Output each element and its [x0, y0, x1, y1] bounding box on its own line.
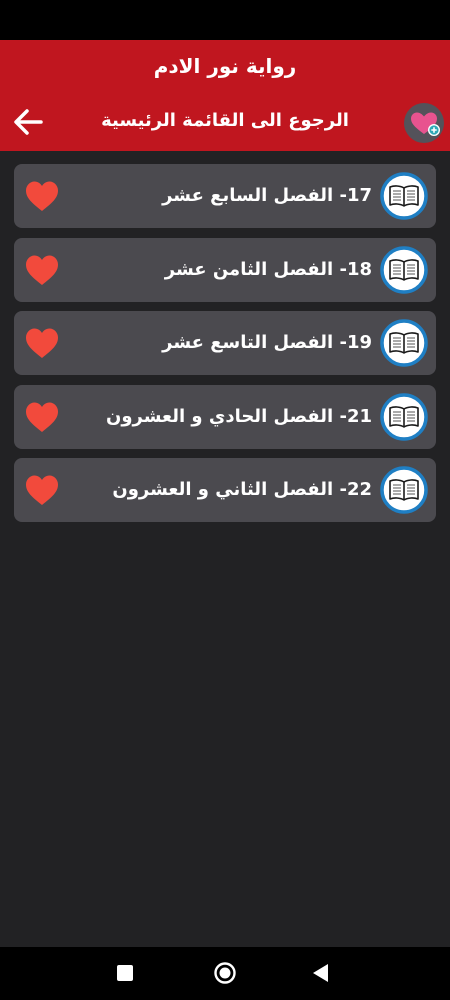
open-book-icon — [380, 392, 428, 441]
heart-icon[interactable] — [24, 473, 60, 507]
chapter-title: 21- الفصل الحادي و العشرون — [105, 405, 372, 427]
list-item[interactable]: 21- الفصل الحادي و العشرون — [14, 384, 436, 449]
system-navigation-bar — [0, 947, 450, 1000]
heart-icon[interactable] — [24, 179, 60, 213]
chapter-title: 19- الفصل التاسع عشر — [162, 332, 372, 353]
back-to-main-menu-label[interactable]: الرجوع الى القائمة الرئيسية — [60, 110, 390, 131]
favorites-button[interactable] — [404, 103, 444, 143]
open-book-icon — [380, 319, 428, 367]
app-bar: رواية نور الادم الرجوع الى القائمة الرئي… — [0, 40, 450, 151]
heart-icon[interactable] — [24, 400, 60, 434]
list-item[interactable]: 18- الفصل الثامن عشر — [14, 237, 436, 302]
status-bar — [0, 0, 450, 40]
app-title: رواية نور الادم — [153, 54, 297, 78]
open-book-icon — [380, 172, 428, 220]
chapter-list: 17- الفصل السابع عشر 18- الفصل الثامن عش… — [14, 164, 436, 532]
list-item[interactable]: 17- الفصل السابع عشر — [14, 164, 436, 228]
heart-icon[interactable] — [24, 253, 60, 287]
chapter-title: 17- الفصل السابع عشر — [162, 185, 372, 206]
list-item[interactable]: 22- الفصل الثاني و العشرون — [14, 458, 436, 522]
open-book-icon — [380, 245, 428, 294]
open-book-icon — [380, 466, 428, 514]
heart-icon[interactable] — [24, 326, 60, 360]
triangle-icon[interactable] — [312, 963, 330, 983]
chapter-title: 18- الفصل الثامن عشر — [164, 258, 372, 280]
heart-plus-icon — [411, 112, 440, 136]
circle-icon[interactable] — [213, 961, 237, 985]
arrow-left-icon[interactable] — [10, 104, 46, 140]
square-icon[interactable] — [117, 965, 133, 981]
chapter-title: 22- الفصل الثاني و العشرون — [112, 479, 372, 500]
list-item[interactable]: 19- الفصل التاسع عشر — [14, 311, 436, 375]
